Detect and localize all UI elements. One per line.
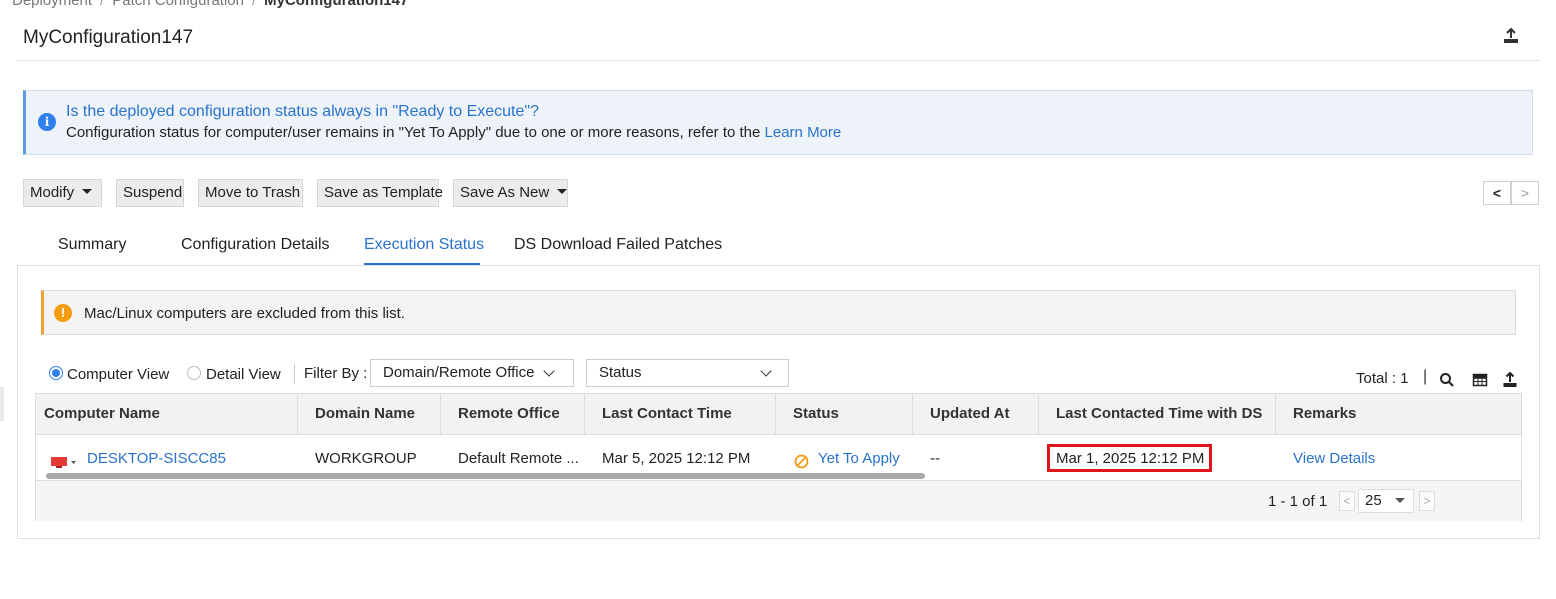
last-contacted-ds-cell: Mar 1, 2025 12:12 PM (1056, 450, 1205, 467)
save-as-new-label: Save As New (460, 184, 550, 201)
header-divider (17, 60, 1540, 61)
execution-status-table: Computer Name Domain Name Remote Office … (35, 393, 1522, 521)
last-contact-time-cell: Mar 5, 2025 12:12 PM (602, 450, 751, 467)
filter-by-label: Filter By : (304, 365, 368, 382)
breadcrumb-patch-configuration[interactable]: Patch Configuration (112, 0, 244, 9)
status-select[interactable]: Status (586, 359, 789, 387)
side-handle[interactable] (0, 387, 4, 421)
column-header-computer-name[interactable]: Computer Name (36, 394, 298, 434)
updated-at-cell: -- (930, 450, 940, 467)
column-header-last-contact-time[interactable]: Last Contact Time (585, 394, 776, 434)
view-details-link[interactable]: View Details (1293, 450, 1375, 467)
warning-banner: ! Mac/Linux computers are excluded from … (41, 290, 1516, 335)
tab-summary[interactable]: Summary (58, 236, 126, 254)
table-header: Computer Name Domain Name Remote Office … (36, 394, 1521, 435)
column-header-updated-at[interactable]: Updated At (913, 394, 1039, 434)
column-header-remarks[interactable]: Remarks (1276, 394, 1521, 434)
detail-view-label[interactable]: Detail View (206, 366, 281, 383)
active-tab-indicator (364, 263, 480, 265)
tab-execution-status[interactable]: Execution Status (364, 236, 484, 254)
modify-label: Modify (30, 184, 75, 201)
filter-divider (294, 364, 295, 384)
pagination-next-button[interactable]: > (1419, 491, 1435, 511)
chevron-down-icon (760, 365, 772, 377)
pagination-range: 1 - 1 of 1 (1268, 493, 1328, 510)
export-icon[interactable] (1502, 371, 1518, 388)
computer-icon[interactable] (50, 455, 78, 469)
page-size-value: 25 (1365, 492, 1382, 509)
modify-button[interactable]: Modify (23, 179, 102, 207)
chevron-down-icon (543, 365, 555, 377)
table-footer: 1 - 1 of 1 < 25 > (36, 480, 1521, 521)
column-header-remote-office[interactable]: Remote Office (441, 394, 585, 434)
export-icon[interactable] (1502, 27, 1520, 45)
domain-remote-office-select[interactable]: Domain/Remote Office (370, 359, 574, 387)
total-count: Total : 1 (1356, 370, 1409, 387)
tab-configuration-details[interactable]: Configuration Details (181, 236, 330, 254)
tab-ds-download-failed-patches[interactable]: DS Download Failed Patches (514, 236, 722, 254)
column-chooser-icon[interactable] (1472, 372, 1488, 388)
pagination-prev-button[interactable]: < (1339, 491, 1355, 511)
column-header-status[interactable]: Status (776, 394, 913, 434)
info-description: Configuration status for computer/user r… (66, 124, 761, 141)
column-header-last-contacted-ds[interactable]: Last Contacted Time with DS (1039, 394, 1276, 434)
caret-down-icon (1395, 498, 1405, 503)
next-config-button[interactable]: > (1511, 181, 1539, 205)
info-text: Configuration status for computer/user r… (66, 124, 841, 141)
domain-select-value: Domain/Remote Office (383, 364, 535, 381)
remote-office-cell: Default Remote ... (458, 450, 579, 467)
breadcrumb: Deployment / Patch Configuration / MyConfigu… (12, 0, 408, 9)
domain-name-cell: WORKGROUP (315, 450, 417, 467)
search-icon[interactable] (1439, 372, 1455, 388)
learn-more-link[interactable]: Learn More (765, 124, 842, 141)
breadcrumb-separator: / (251, 0, 257, 9)
info-icon: i (38, 113, 56, 131)
caret-down-icon (557, 188, 568, 194)
breadcrumb-current: MyConfiguration147 (264, 0, 409, 9)
breadcrumb-deployment[interactable]: Deployment (12, 0, 92, 9)
column-header-domain-name[interactable]: Domain Name (298, 394, 441, 434)
save-as-template-button[interactable]: Save as Template (317, 179, 443, 207)
page-size-select[interactable]: 25 (1358, 489, 1414, 513)
save-as-new-button[interactable]: Save As New (453, 179, 568, 207)
not-applied-icon (794, 454, 809, 469)
info-banner: i Is the deployed configuration status a… (23, 90, 1533, 155)
move-to-trash-button[interactable]: Move to Trash (198, 179, 303, 207)
breadcrumb-separator: / (100, 0, 105, 9)
computer-name-link[interactable]: DESKTOP-SISCC85 (87, 450, 226, 467)
info-question-link[interactable]: Is the deployed configuration status alw… (66, 103, 539, 121)
computer-view-label[interactable]: Computer View (67, 366, 169, 383)
toolbar-separator: | (1423, 368, 1428, 385)
status-link[interactable]: Yet To Apply (818, 450, 900, 467)
warning-icon: ! (54, 304, 72, 322)
status-select-value: Status (599, 364, 642, 381)
prev-config-button[interactable]: < (1483, 181, 1511, 205)
suspend-button[interactable]: Suspend (116, 179, 184, 207)
computer-view-radio[interactable] (49, 366, 63, 380)
warning-text: Mac/Linux computers are excluded from th… (84, 305, 405, 322)
caret-down-icon (82, 188, 93, 194)
horizontal-scrollbar[interactable] (46, 473, 925, 479)
detail-view-radio[interactable] (187, 366, 201, 380)
page-title: MyConfiguration147 (23, 27, 194, 48)
